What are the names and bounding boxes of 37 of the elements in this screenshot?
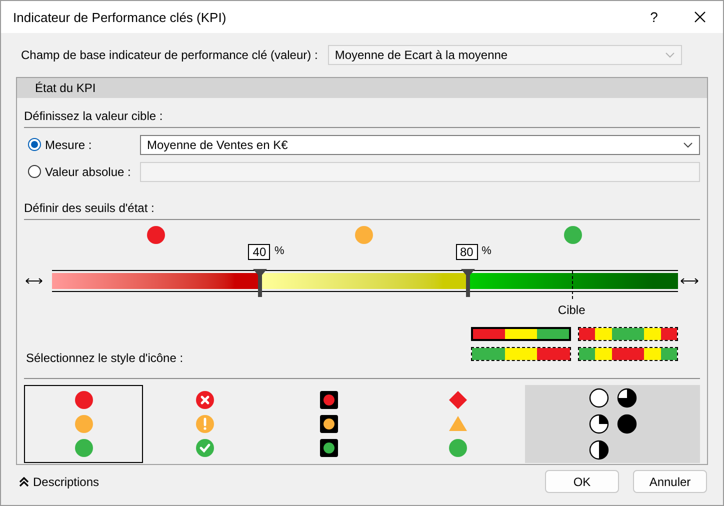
radio-button[interactable]: [28, 138, 41, 151]
threshold-input[interactable]: 80: [456, 244, 478, 260]
dialog-button[interactable]: Annuler: [633, 470, 707, 493]
chevron-down-icon: [665, 52, 675, 58]
pie-icon: [588, 440, 608, 460]
icon-style-option[interactable]: [525, 385, 700, 463]
bar-style-option[interactable]: [471, 347, 571, 361]
threshold-input[interactable]: 40: [248, 244, 270, 260]
window-title: Indicateur de Performance clés (KPI): [13, 10, 228, 24]
measure-dropdown[interactable]: Moyenne de Ventes en K€: [140, 134, 700, 154]
percent-label: %: [482, 245, 492, 257]
dialog-button[interactable]: OK: [545, 470, 619, 493]
close-icon[interactable]: [694, 11, 706, 23]
field-label: Champ de base indicateur de performance clé (valeur) :: [21, 48, 318, 62]
double-arrow-icon: [678, 277, 700, 285]
radio-label: Valeur absolue :: [45, 164, 132, 178]
section-heading: Définir des seuils d'état :: [24, 200, 700, 220]
help-button[interactable]: ?: [631, 1, 677, 33]
bar-style-option[interactable]: [578, 327, 678, 341]
pie-icon: [588, 388, 608, 408]
threshold-handle[interactable]: [460, 269, 475, 297]
bar-style-option[interactable]: [471, 327, 571, 341]
section-heading: Définissez la valeur cible :: [24, 108, 700, 128]
bar-style-option[interactable]: [578, 347, 678, 361]
pie-icon: [616, 414, 636, 434]
percent-label: %: [274, 245, 284, 257]
section-heading: Sélectionnez le style d'icône :: [25, 351, 184, 365]
pie-icon: [588, 414, 608, 434]
double-chevron-up-icon: [19, 476, 29, 486]
threshold-handle[interactable]: [253, 269, 268, 297]
descriptions-toggle[interactable]: Descriptions: [19, 474, 531, 488]
pie-icon: [616, 388, 636, 408]
radio-label: Mesure :: [45, 138, 93, 152]
chevron-down-icon: [683, 142, 693, 148]
icon-style-option[interactable]: [24, 385, 143, 463]
target-label: Cible: [558, 303, 586, 317]
section-tab[interactable]: État du KPI: [17, 78, 707, 98]
